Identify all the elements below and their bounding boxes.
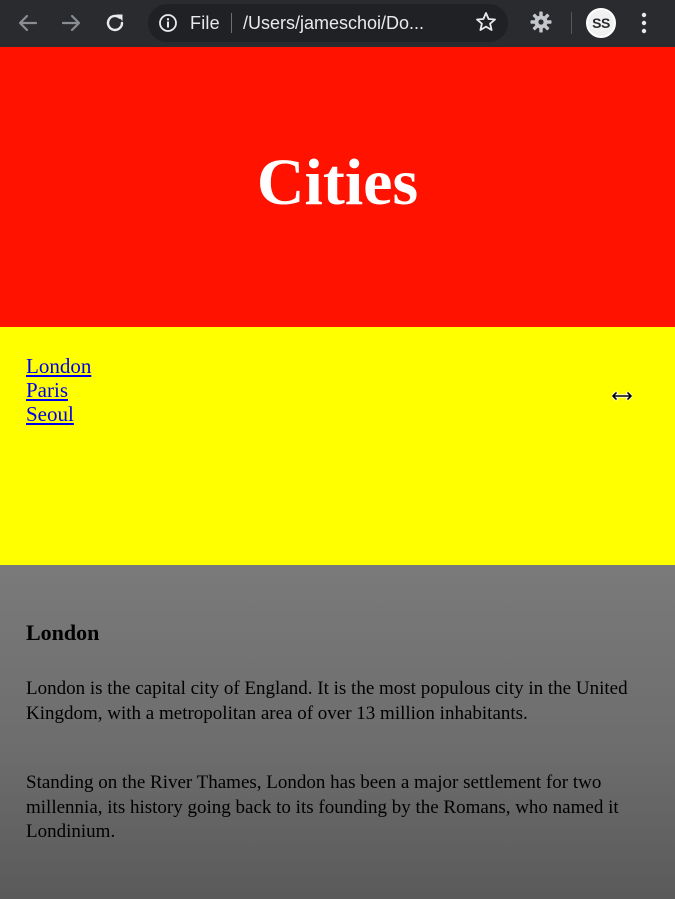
page-title: Cities bbox=[256, 146, 419, 219]
nav-item: Seoul bbox=[26, 402, 91, 426]
info-icon[interactable] bbox=[158, 13, 178, 33]
toolbar-divider bbox=[571, 12, 572, 34]
reload-icon bbox=[106, 14, 124, 32]
url-text[interactable]: /Users/jameschoi/Do... bbox=[243, 13, 424, 34]
city-nav: London Paris Seoul bbox=[0, 327, 675, 565]
extension-gear-icon[interactable] bbox=[528, 9, 554, 35]
nav-link-list: London Paris Seoul bbox=[26, 354, 91, 426]
nav-link-seoul[interactable]: Seoul bbox=[26, 402, 74, 426]
article-paragraph: Standing on the River Thames, London has… bbox=[26, 772, 619, 842]
city-article: London London is the capital city of Eng… bbox=[0, 565, 675, 899]
back-button[interactable] bbox=[13, 9, 43, 37]
browser-toolbar: File /Users/jameschoi/Do... SS bbox=[0, 0, 675, 47]
address-divider bbox=[231, 13, 232, 33]
forward-button[interactable] bbox=[56, 9, 86, 37]
nav-link-london[interactable]: London bbox=[26, 354, 91, 378]
nav-item: Paris bbox=[26, 378, 91, 402]
article-paragraph: London is the capital city of England. I… bbox=[26, 678, 628, 724]
reload-button[interactable] bbox=[100, 9, 130, 37]
nav-item: London bbox=[26, 354, 91, 378]
resize-cursor-icon bbox=[612, 391, 632, 401]
star-icon[interactable] bbox=[474, 10, 498, 34]
menu-dots-icon[interactable] bbox=[634, 10, 654, 36]
profile-avatar[interactable]: SS bbox=[586, 8, 616, 38]
page-header: Cities bbox=[0, 47, 675, 327]
back-arrow-icon bbox=[18, 14, 38, 32]
forward-arrow-icon bbox=[61, 14, 81, 32]
article-title: London bbox=[26, 620, 100, 645]
nav-link-paris[interactable]: Paris bbox=[26, 378, 68, 402]
address-bar[interactable]: File /Users/jameschoi/Do... bbox=[148, 4, 508, 42]
scheme-label: File bbox=[190, 13, 220, 33]
page-viewport: Cities London Paris Seoul London London … bbox=[0, 47, 675, 899]
